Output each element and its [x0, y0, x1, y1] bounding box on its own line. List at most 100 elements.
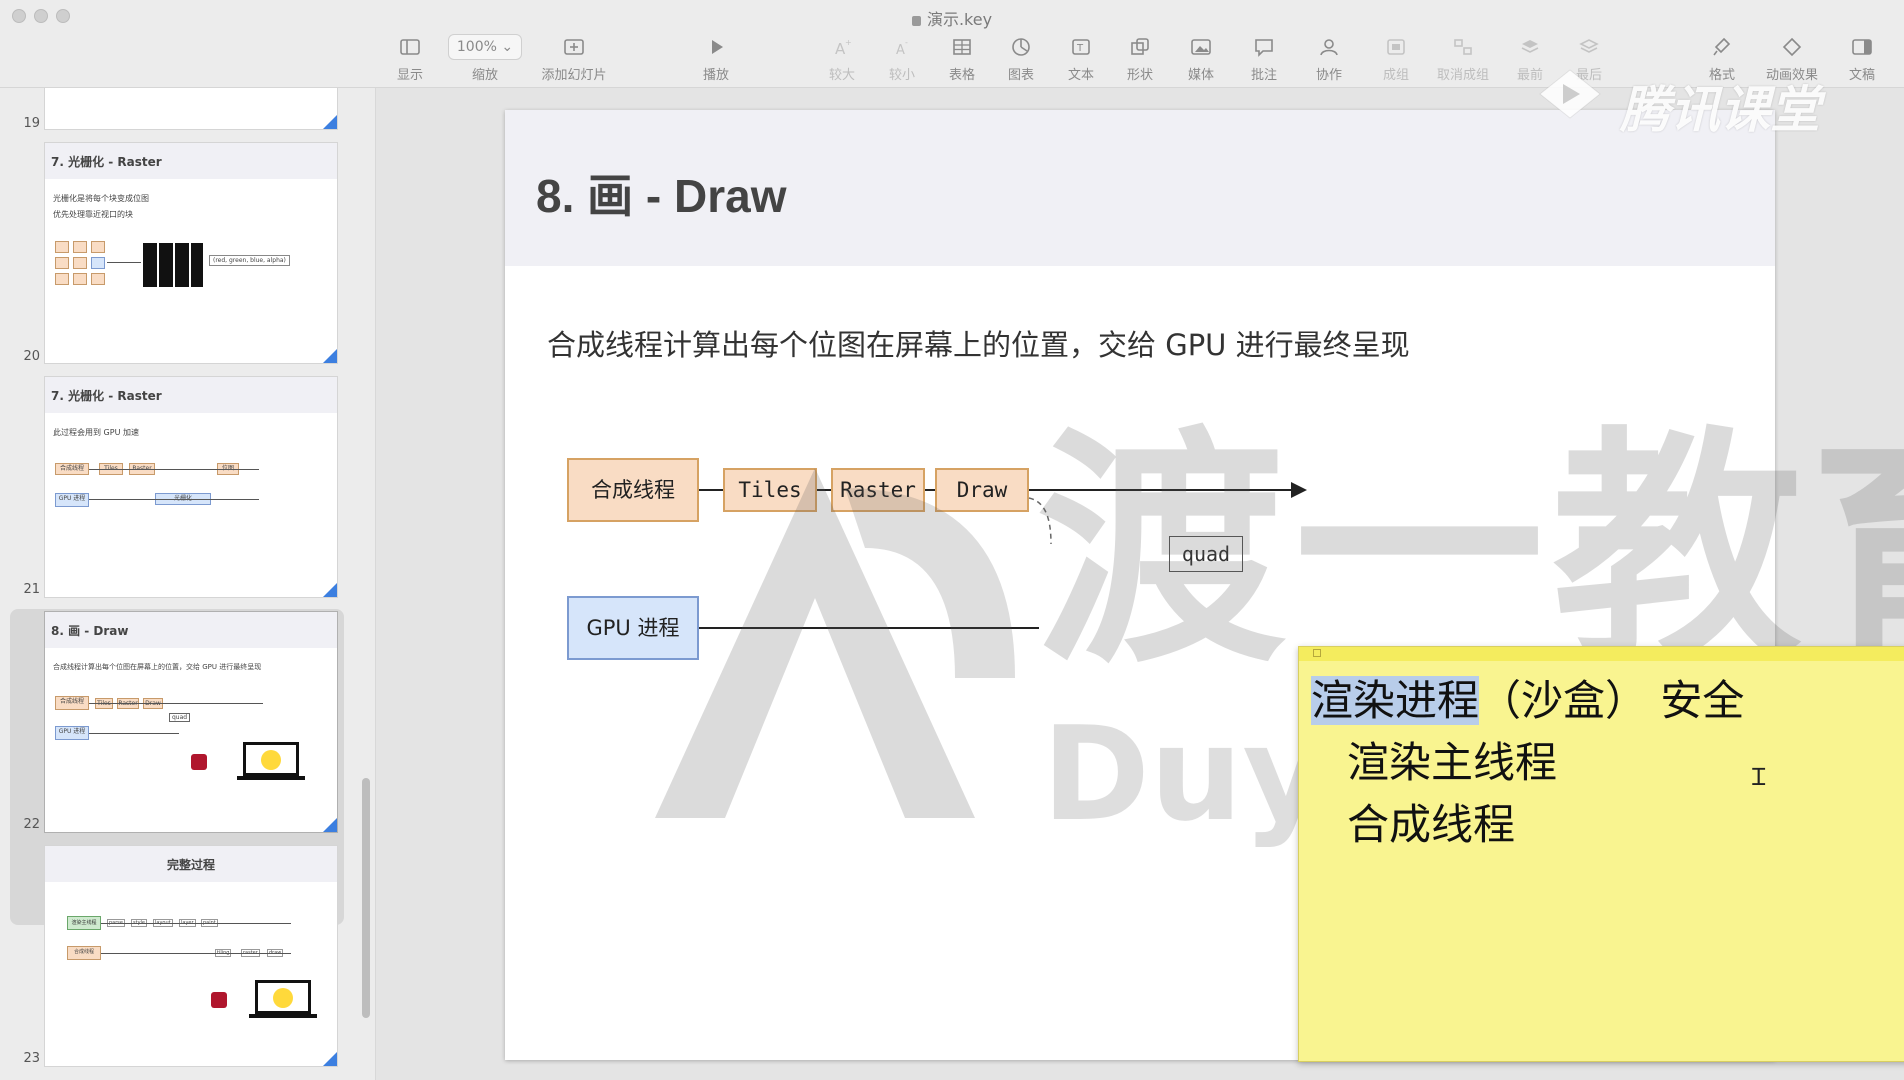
sidebar-toggle-icon: [397, 34, 423, 60]
toolbar-play-label: 播放: [702, 68, 729, 83]
zoom-value: 100%: [456, 39, 497, 55]
sunglasses-emoji-icon: [261, 750, 281, 770]
document-title: 演示.key: [0, 6, 1904, 30]
sticky-note[interactable]: ◢ 渲染进程（沙盒） 安全 渲染主线程 合成线程: [1298, 646, 1904, 1062]
document-icon: [1849, 34, 1875, 60]
play-icon: [703, 34, 729, 60]
thumbnail-text: 光栅化是将每个块变成位图: [53, 194, 149, 203]
toolbar-view-label: 显示: [396, 68, 423, 83]
sidebar-scrollbar[interactable]: [362, 778, 370, 1018]
laptop-icon: [255, 980, 311, 1014]
chevron-down-icon: ⌄: [501, 39, 514, 55]
watermark-logo: [655, 468, 1015, 818]
sticky-close-icon[interactable]: [1313, 649, 1321, 657]
toolbar-add-slide-button[interactable]: 添加幻灯片: [534, 34, 614, 83]
thumbnail-box: 合成线程: [55, 696, 89, 710]
thumbnail-tile: [73, 257, 87, 269]
bring-front-icon: [1517, 34, 1543, 60]
slide-canvas[interactable]: 8. 画 - Draw 合成线程计算出每个位图在屏幕上的位置，交给 GPU 进行…: [376, 88, 1904, 1080]
add-slide-icon: [561, 34, 587, 60]
svg-text:T: T: [1076, 43, 1084, 54]
comment-icon: [1251, 34, 1277, 60]
slide-number: 22: [23, 817, 40, 832]
thumbnail-box: 合成线程: [67, 946, 101, 960]
slide-thumbnail-20[interactable]: 7. 光栅化 - Raster 光栅化是将每个块变成位图 优先处理靠近视口的块 …: [44, 142, 338, 364]
shape-icon: [1127, 34, 1153, 60]
thumbnail-tile: [55, 273, 69, 285]
font-larger-icon: A +: [829, 34, 855, 60]
sticky-selected-text[interactable]: 渲染进程: [1311, 676, 1480, 725]
thumbnail-rgba-label: (red, green, blue, alpha): [209, 255, 290, 266]
laptop-icon: [243, 742, 299, 776]
tencent-classroom-text: 腾讯课堂: [1620, 81, 1820, 139]
text-icon: T: [1068, 34, 1094, 60]
toolbar-add-slide-label: 添加幻灯片: [541, 68, 607, 83]
thumbnail-line: [89, 703, 263, 704]
svg-text:A: A: [896, 43, 905, 58]
thumbnail-line: [101, 953, 291, 954]
thumbnail-bitmap: [143, 243, 203, 287]
thumbnail-box: 合成线程: [55, 463, 89, 475]
thumbnail-title: 完整过程: [45, 846, 337, 882]
svg-text:-: -: [905, 38, 908, 47]
font-smaller-icon: A-: [889, 34, 915, 60]
thumbnail-title: 7. 光栅化 - Raster: [45, 143, 337, 179]
document-title-text: 演示.key: [926, 10, 993, 29]
toolbar-document-button[interactable]: 文稿: [1822, 34, 1902, 83]
slide-title[interactable]: 8. 画 - Draw: [536, 160, 787, 226]
thumbnail-box: 渲染主线程: [67, 916, 101, 930]
slide-corner-marker: [323, 349, 337, 363]
slide-thumbnail-21[interactable]: 7. 光栅化 - Raster 此过程会用到 GPU 加速 合成线程 Tiles…: [44, 376, 338, 598]
laptop-base-icon: [237, 776, 305, 780]
thumbnail-tile: [91, 273, 105, 285]
toolbar-zoom-label: 缩放: [471, 68, 498, 83]
thumbnail-title: 7. 光栅化 - Raster: [45, 377, 337, 413]
gpu-chip-icon: [191, 754, 207, 770]
thumbnail-quad-label: quad: [169, 713, 191, 722]
thumbnail-line: [101, 923, 291, 924]
ungroup-icon: [1450, 34, 1476, 60]
slide-thumbnail-23[interactable]: 完整过程 渲染主线程 parse style layout layer pain…: [44, 845, 338, 1067]
zoom-select-box[interactable]: 100% ⌄: [448, 34, 522, 60]
thumbnail-line: [89, 469, 259, 470]
thumbnail-tile: [91, 241, 105, 253]
sticky-note-bar[interactable]: ◢: [1299, 647, 1904, 661]
slide-number: 23: [23, 1051, 40, 1066]
sticky-line-1-rest: （沙盒） 安全: [1479, 676, 1745, 725]
svg-text:+: +: [845, 38, 852, 47]
chart-icon: [1008, 34, 1034, 60]
slide-thumbnail-19[interactable]: [44, 88, 338, 130]
toolbar-view-button[interactable]: 显示: [370, 34, 450, 83]
thumbnail-tile: [91, 257, 105, 269]
thumbnail-arrow: [107, 262, 141, 263]
thumbnail-title: 8. 画 - Draw: [45, 612, 337, 648]
slide-number: 19: [23, 116, 40, 131]
thumbnail-line: [89, 733, 179, 734]
lock-icon: [911, 16, 921, 26]
window-titlebar: 演示.key 显示 100% ⌄ 缩放 添加幻灯片 播放 A + 较大 A- 较小…: [0, 0, 1904, 88]
toolbar-play-button[interactable]: 播放: [676, 34, 756, 83]
slide-navigator[interactable]: 19 20 7. 光栅化 - Raster 光栅化是将每个块变成位图 优先处理靠…: [0, 88, 376, 1080]
slide-thumbnail-22[interactable]: 8. 画 - Draw 合成线程计算出每个位图在屏幕上的位置，交给 GPU 进行…: [44, 611, 338, 833]
toolbar-document-label: 文稿: [1848, 68, 1875, 83]
collaborate-icon: [1316, 34, 1342, 60]
text-cursor-icon: Ɪ: [1752, 763, 1766, 791]
sticky-line-3[interactable]: 合成线程: [1347, 791, 1515, 852]
sticky-line-2[interactable]: 渲染主线程: [1347, 729, 1557, 790]
sticky-line-1[interactable]: 渲染进程（沙盒） 安全: [1311, 667, 1744, 728]
thumbnail-text: 此过程会用到 GPU 加速: [53, 428, 139, 437]
sunglasses-emoji-icon: [273, 988, 293, 1008]
slide-number: 21: [23, 582, 40, 597]
thumbnail-box: GPU 进程: [55, 493, 89, 507]
thumbnail-tile: [55, 257, 69, 269]
group-icon: [1383, 34, 1409, 60]
send-back-icon: [1576, 34, 1602, 60]
thumbnail-text: 合成线程计算出每个位图在屏幕上的位置，交给 GPU 进行最终呈现: [53, 663, 262, 671]
thumbnail-tile: [73, 273, 87, 285]
thumbnail-text: 优先处理靠近视口的块: [53, 210, 133, 219]
media-icon: [1188, 34, 1214, 60]
toolbar-zoom-select[interactable]: 100% ⌄ 缩放: [445, 34, 525, 83]
slide-corner-marker: [323, 818, 337, 832]
laptop-base-icon: [249, 1014, 317, 1018]
tencent-classroom-logo: [1539, 69, 1601, 119]
